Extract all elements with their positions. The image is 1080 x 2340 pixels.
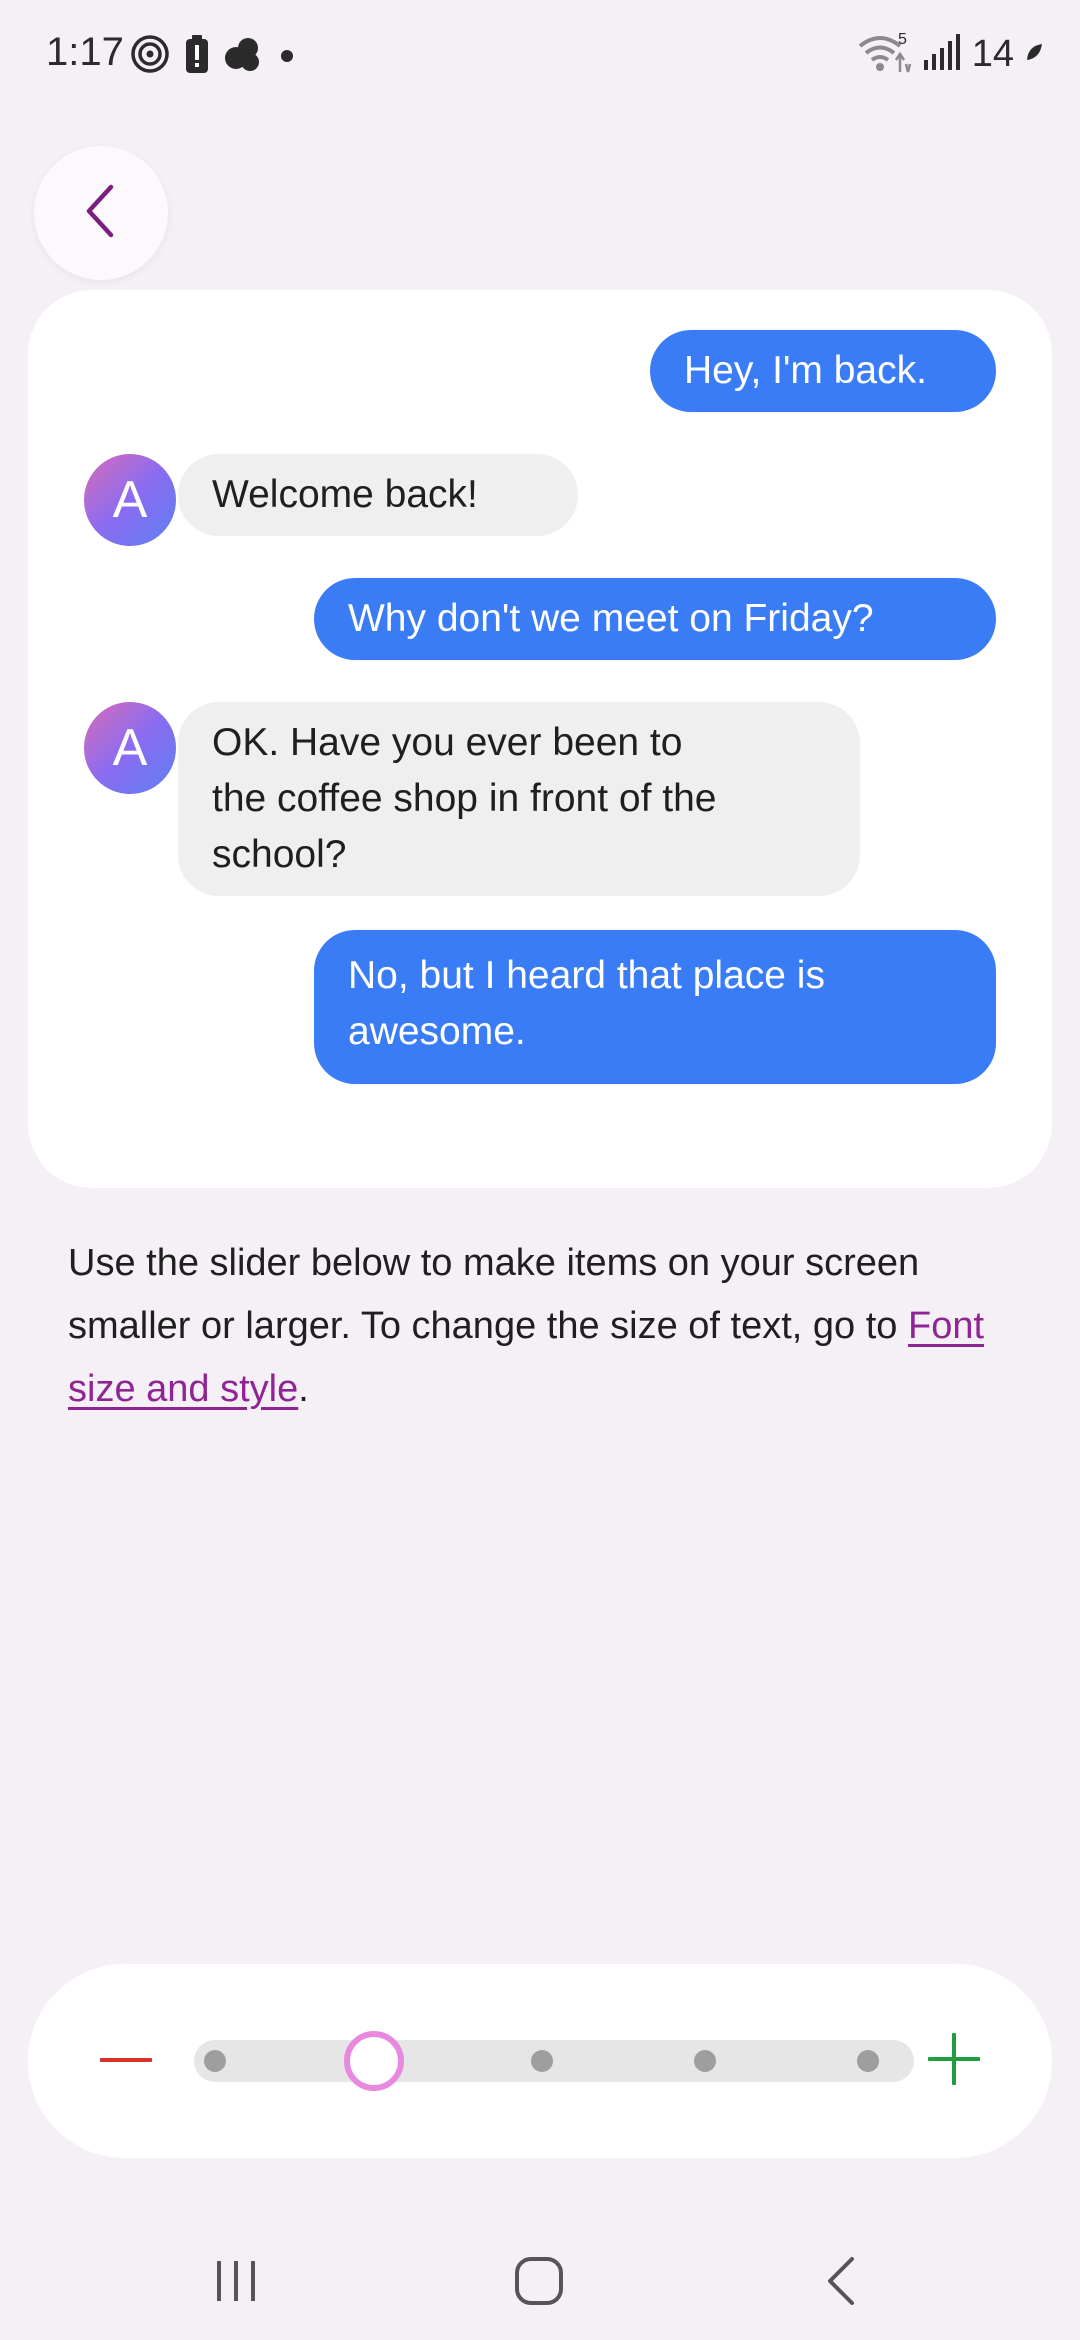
chat-preview-card: Hey, I'm back. A Welcome back! Why don't… [28,290,1052,1188]
cloud-icon [224,36,262,77]
received-message-bubble: OK. Have you ever been to the coffee sho… [178,702,860,896]
slider-step[interactable] [857,2050,879,2072]
sent-message-bubble: Why don't we meet on Friday? [314,578,996,660]
message-line: school? [212,833,347,876]
battery-alert-icon [184,34,210,79]
status-time: 1:17 [46,30,124,74]
wifi-icon: 5 [856,30,912,79]
chevron-left-icon [81,181,121,246]
status-bar: 1:17 5 14 [0,0,1080,110]
slider-step[interactable] [204,2050,226,2072]
home-button[interactable] [494,2248,584,2318]
message-line: awesome. [348,1010,526,1053]
contact-avatar: A [84,702,176,794]
slider-step[interactable] [531,2050,553,2072]
message-line: No, but I heard that place is [348,954,825,997]
dot-icon [276,36,298,77]
status-right-icons: 5 14 [856,30,1044,79]
sent-message-bubble: Hey, I'm back. [650,330,996,412]
nfc-icon [130,34,170,79]
message-line: the coffee shop in front of the [212,777,717,820]
screen-zoom-slider-card [28,1964,1052,2158]
description-suffix: . [298,1368,309,1410]
slider-thumb[interactable] [344,2031,404,2091]
system-back-button[interactable] [797,2248,887,2318]
back-icon [822,2253,862,2314]
zoom-description: Use the slider below to make items on yo… [68,1232,1018,1421]
battery-saver-icon [1024,40,1044,69]
contact-avatar: A [84,454,176,546]
zoom-slider-track[interactable] [194,2031,914,2091]
sent-message-bubble: No, but I heard that place is awesome. [314,930,996,1084]
back-button[interactable] [34,146,168,280]
received-message-bubble: Welcome back! [178,454,578,536]
minus-icon [98,2052,154,2070]
description-text: Use the slider below to make items on yo… [68,1242,920,1347]
wifi-badge: 5 [898,31,907,48]
increase-zoom-button[interactable] [916,2023,992,2099]
system-navigation-bar [0,2220,1080,2340]
slider-step[interactable] [694,2050,716,2072]
decrease-zoom-button[interactable] [88,2023,164,2099]
battery-level: 14 [971,33,1014,75]
home-icon [513,2255,565,2312]
plus-icon [926,2031,982,2092]
recents-icon [211,2257,261,2310]
recents-button[interactable] [191,2248,281,2318]
message-line: OK. Have you ever been to [212,721,683,764]
signal-icon [922,32,962,77]
status-left-icons [130,34,298,79]
